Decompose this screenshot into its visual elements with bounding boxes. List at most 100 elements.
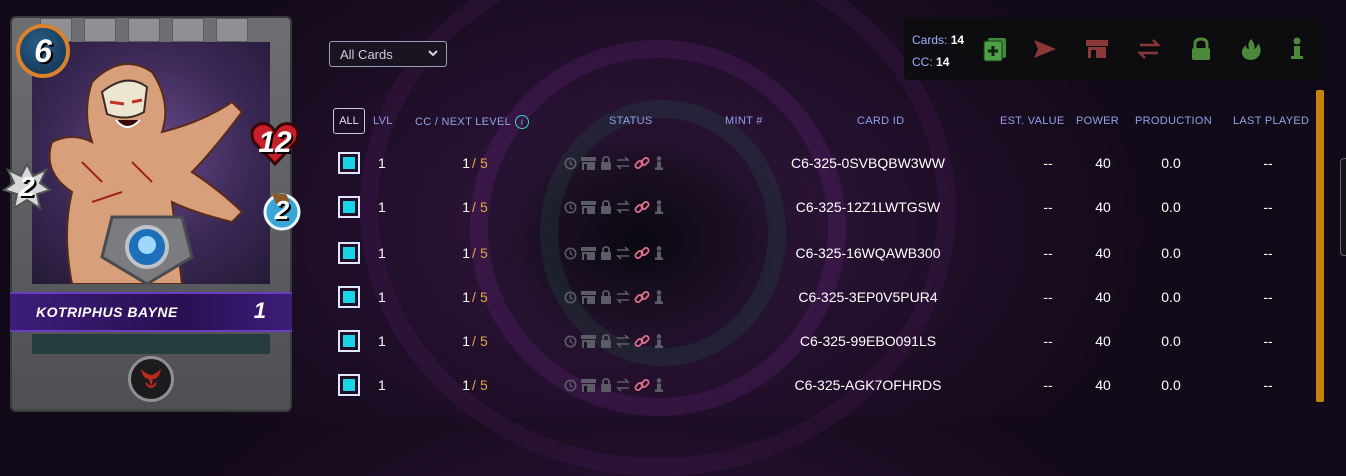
delegate-icon[interactable] [654,246,664,260]
row-production: 0.0 [1161,245,1181,261]
clock-icon[interactable] [564,291,577,304]
row-last-played: -- [1263,377,1273,393]
clock-icon[interactable] [564,335,577,348]
link-icon[interactable] [634,377,650,393]
col-status[interactable]: STATUS [609,115,653,127]
row-card-id: C6-325-0SVBQBW3WW [790,155,946,171]
card-art [32,42,270,284]
info-icon[interactable]: i [515,115,529,129]
table-row[interactable]: 1 1/5 C6-325-99EBO091LS -- 40 0.0 -- [330,319,1320,363]
card-filter-select[interactable]: All Cards [329,41,447,67]
lock-button[interactable] [1188,37,1214,61]
delegate-button[interactable] [1284,37,1310,61]
row-last-played: -- [1263,333,1273,349]
col-production[interactable]: PRODUCTION [1135,115,1212,127]
lock-icon[interactable] [600,156,612,170]
lock-icon[interactable] [600,290,612,304]
delegate-icon[interactable] [654,378,664,392]
clock-icon[interactable] [564,157,577,170]
transfer-icon[interactable] [616,200,630,214]
col-last-played[interactable]: LAST PLAYED [1233,115,1309,127]
row-next-level: 5 [479,199,488,215]
col-lvl[interactable]: LVL [373,115,393,127]
delegate-icon[interactable] [654,200,664,214]
link-icon[interactable] [634,199,650,215]
delegate-icon[interactable] [654,156,664,170]
col-power[interactable]: POWER [1076,115,1119,127]
send-icon [1034,40,1056,58]
link-icon[interactable] [634,289,650,305]
row-power: 40 [1095,289,1111,305]
side-panel-tab[interactable] [1340,158,1346,256]
row-next-level: 5 [479,333,488,349]
transfer-icon[interactable] [616,378,630,392]
lock-icon[interactable] [600,378,612,392]
market-icon[interactable] [581,378,596,392]
select-all-button[interactable]: ALL [333,108,365,134]
table-row[interactable]: 1 1/5 C6-325-12Z1LWTGSW -- 40 0.0 -- [330,185,1320,229]
market-icon[interactable] [581,334,596,348]
row-cc-separator: / [472,377,476,393]
lock-icon[interactable] [600,246,612,260]
transfer-icon[interactable] [616,290,630,304]
ability-badge [128,356,174,402]
col-card-id[interactable]: CARD ID [857,115,904,127]
card-textbox [32,334,270,354]
chevron-down-icon [428,50,438,57]
row-cc-separator: / [472,333,476,349]
row-checkbox[interactable] [338,286,360,308]
clock-icon[interactable] [564,379,577,392]
lock-icon[interactable] [600,200,612,214]
link-icon[interactable] [634,333,650,349]
table-row[interactable]: 1 1/5 C6-325-3EP0V5PUR4 -- 40 0.0 -- [330,275,1320,319]
melee-value: 2 [19,171,35,202]
col-cc-next-level[interactable]: CC / NEXT LEVEL i [415,115,529,129]
row-checkbox[interactable] [338,152,360,174]
market-icon[interactable] [581,290,596,304]
col-mint[interactable]: MINT # [725,115,763,127]
lock-icon[interactable] [600,334,612,348]
row-cc: 1 [462,155,471,171]
row-production: 0.0 [1161,199,1181,215]
col-est-value[interactable]: EST. VALUE [1000,115,1065,127]
card-level: 1 [253,298,266,323]
table-row[interactable]: 1 1/5 C6-325-AGK7OFHRDS -- 40 0.0 -- [330,363,1320,407]
row-status-icons [564,363,664,407]
row-checkbox[interactable] [338,196,360,218]
row-cc-separator: / [472,199,476,215]
market-icon[interactable] [581,246,596,260]
delegate-icon[interactable] [654,334,664,348]
transfer-icon[interactable] [616,156,630,170]
send-button[interactable] [1032,37,1058,61]
mana-cost: 6 [16,24,70,78]
transfer-button[interactable] [1136,37,1162,61]
row-card-id: C6-325-AGK7OFHRDS [794,377,942,393]
scrollbar-thumb[interactable] [1316,90,1324,402]
link-icon[interactable] [634,155,650,171]
add-to-deck-button[interactable] [982,37,1008,62]
row-level: 1 [378,289,386,305]
clock-icon[interactable] [564,247,577,260]
delegate-icon[interactable] [654,290,664,304]
table-row[interactable]: 1 1/5 C6-325-16WQAWB300 -- 40 0.0 -- [330,231,1320,275]
row-cc-next-level: 1/5 [450,319,500,363]
row-checkbox[interactable] [338,330,360,352]
row-cc: 1 [462,333,471,349]
transfer-icon[interactable] [616,334,630,348]
row-est-value: -- [1043,333,1053,349]
cc-count-label: CC: [912,55,933,69]
market-icon[interactable] [581,156,596,170]
clock-icon[interactable] [564,201,577,214]
row-card-id: C6-325-99EBO091LS [799,333,937,349]
row-checkbox[interactable] [338,374,360,396]
transfer-icon[interactable] [616,246,630,260]
row-next-level: 5 [479,245,488,261]
link-icon[interactable] [634,245,650,261]
burn-button[interactable] [1238,37,1264,61]
row-cc-next-level: 1/5 [450,231,500,275]
table-row[interactable]: 1 1/5 C6-325-0SVBQBW3WW -- 40 0.0 -- [330,141,1320,185]
row-checkbox[interactable] [338,242,360,264]
health-stat: 12 [250,120,300,166]
market-icon[interactable] [581,200,596,214]
sell-button[interactable] [1084,37,1110,61]
